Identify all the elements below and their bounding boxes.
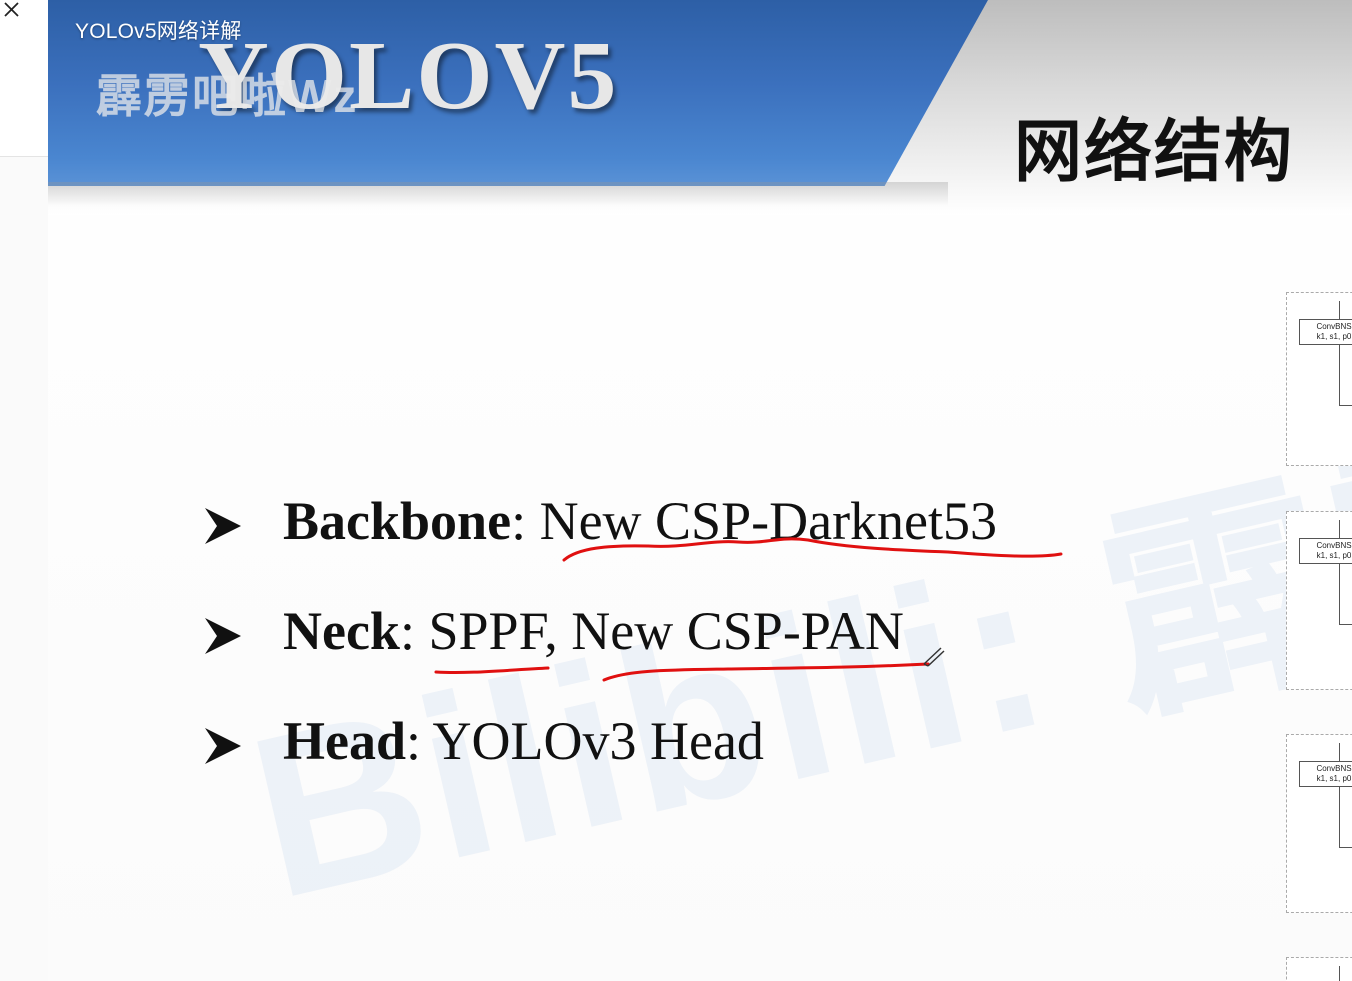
banner-shadow [48,182,948,206]
underline-csp-pan [602,662,930,682]
convbns-label: ConvBNS [1316,764,1352,773]
diagram-block: ConvBNS k1, s1, p0 [1286,292,1352,466]
slide: Bilibili: 霹雳 YOLOV5 霹雳吧啦Wz YOLOv5网络详解 网络… [48,0,1352,981]
side-strip [0,0,48,981]
convbns-params: k1, s1, p0 [1316,551,1352,560]
convbns-label: ConvBNS [1316,541,1352,550]
diagram-block: ConvBNS k1, s1, p0 [1286,734,1352,913]
convbns-box: ConvBNS k1, s1, p0 [1299,538,1352,564]
convbns-box: ConvBNS k1, s1, p0 [1299,761,1352,787]
arrow-bullet-icon [205,728,241,764]
bullet-term: Neck [283,601,400,661]
pen-cursor-icon [923,647,945,667]
bullet-separator: : [399,601,429,661]
convbns-box: ConvBNS k1, s1, p0 [1299,319,1352,345]
diagram-block: ConvBNS k1, s1, p0 [1286,511,1352,690]
bullet-separator: : [406,711,433,771]
diagram-block-partial [1286,957,1352,981]
arrow-bullet-icon [205,618,241,654]
arrow-bullet-icon [205,508,241,544]
bullet-detail: YOLOv3 Head [432,711,764,771]
close-icon [4,2,19,17]
convbns-label: ConvBNS [1316,322,1352,331]
underline-sppf [434,666,550,675]
convbns-params: k1, s1, p0 [1316,774,1352,783]
bullet-detail: New CSP-Darknet53 [539,491,998,551]
close-button[interactable] [0,0,24,24]
video-title: YOLOv5网络详解 [75,20,242,43]
convbns-params: k1, s1, p0 [1316,332,1352,341]
bullet-term: Backbone [283,491,512,551]
slide-heading: 网络结构 [1014,113,1295,192]
bullet-detail: SPPF, New CSP-PAN [428,601,904,661]
bullet-term: Head [283,711,407,771]
bullet-separator: : [511,491,540,551]
uploader-watermark: 霹雳吧啦Wz [96,70,359,122]
